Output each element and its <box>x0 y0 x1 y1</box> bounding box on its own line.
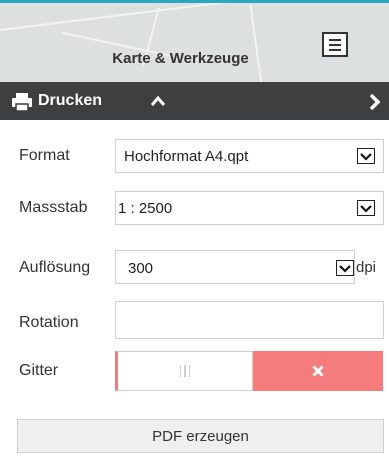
resolution-select[interactable]: 300 <box>115 250 355 284</box>
panel-header: Drucken <box>0 82 389 120</box>
map-road <box>0 3 229 31</box>
format-label: Format <box>19 147 70 164</box>
chevron-down-icon[interactable] <box>357 148 375 164</box>
chevron-up-icon[interactable] <box>150 94 166 108</box>
rotation-input[interactable] <box>115 301 384 339</box>
format-select[interactable]: Hochformat A4.qpt <box>115 139 384 173</box>
close-icon <box>312 365 324 377</box>
panel-title: Drucken <box>38 92 103 109</box>
grid-toggle[interactable] <box>115 351 383 391</box>
chevron-down-icon[interactable] <box>336 260 354 276</box>
grip-line <box>179 365 182 377</box>
scale-label: Massstab <box>19 199 88 216</box>
menu-bar <box>329 43 341 46</box>
grip-line <box>184 365 186 377</box>
scale-value: 1 : 2500 <box>118 200 173 217</box>
format-value: Hochformat A4.qpt <box>124 148 249 165</box>
hamburger-menu-icon[interactable] <box>322 32 348 57</box>
rotation-label: Rotation <box>19 314 79 331</box>
chevron-right-icon[interactable] <box>369 93 381 111</box>
pdf-export-button[interactable]: PDF erzeugen <box>17 419 384 453</box>
chevron-down-icon[interactable] <box>357 200 375 216</box>
printer-icon <box>12 93 32 112</box>
resolution-label: Auflösung <box>19 259 91 276</box>
menu-bar <box>329 38 341 41</box>
menu-bar <box>329 48 341 51</box>
grid-toggle-handle[interactable] <box>115 351 253 391</box>
grid-toggle-off-state[interactable] <box>253 351 383 391</box>
scale-select[interactable]: 1 : 2500 <box>115 191 384 225</box>
grid-label: Gitter <box>19 362 59 379</box>
grip-icon <box>179 365 191 377</box>
grip-line <box>188 365 191 377</box>
resolution-value: 300 <box>128 260 154 277</box>
resolution-unit: dpi <box>356 259 377 276</box>
